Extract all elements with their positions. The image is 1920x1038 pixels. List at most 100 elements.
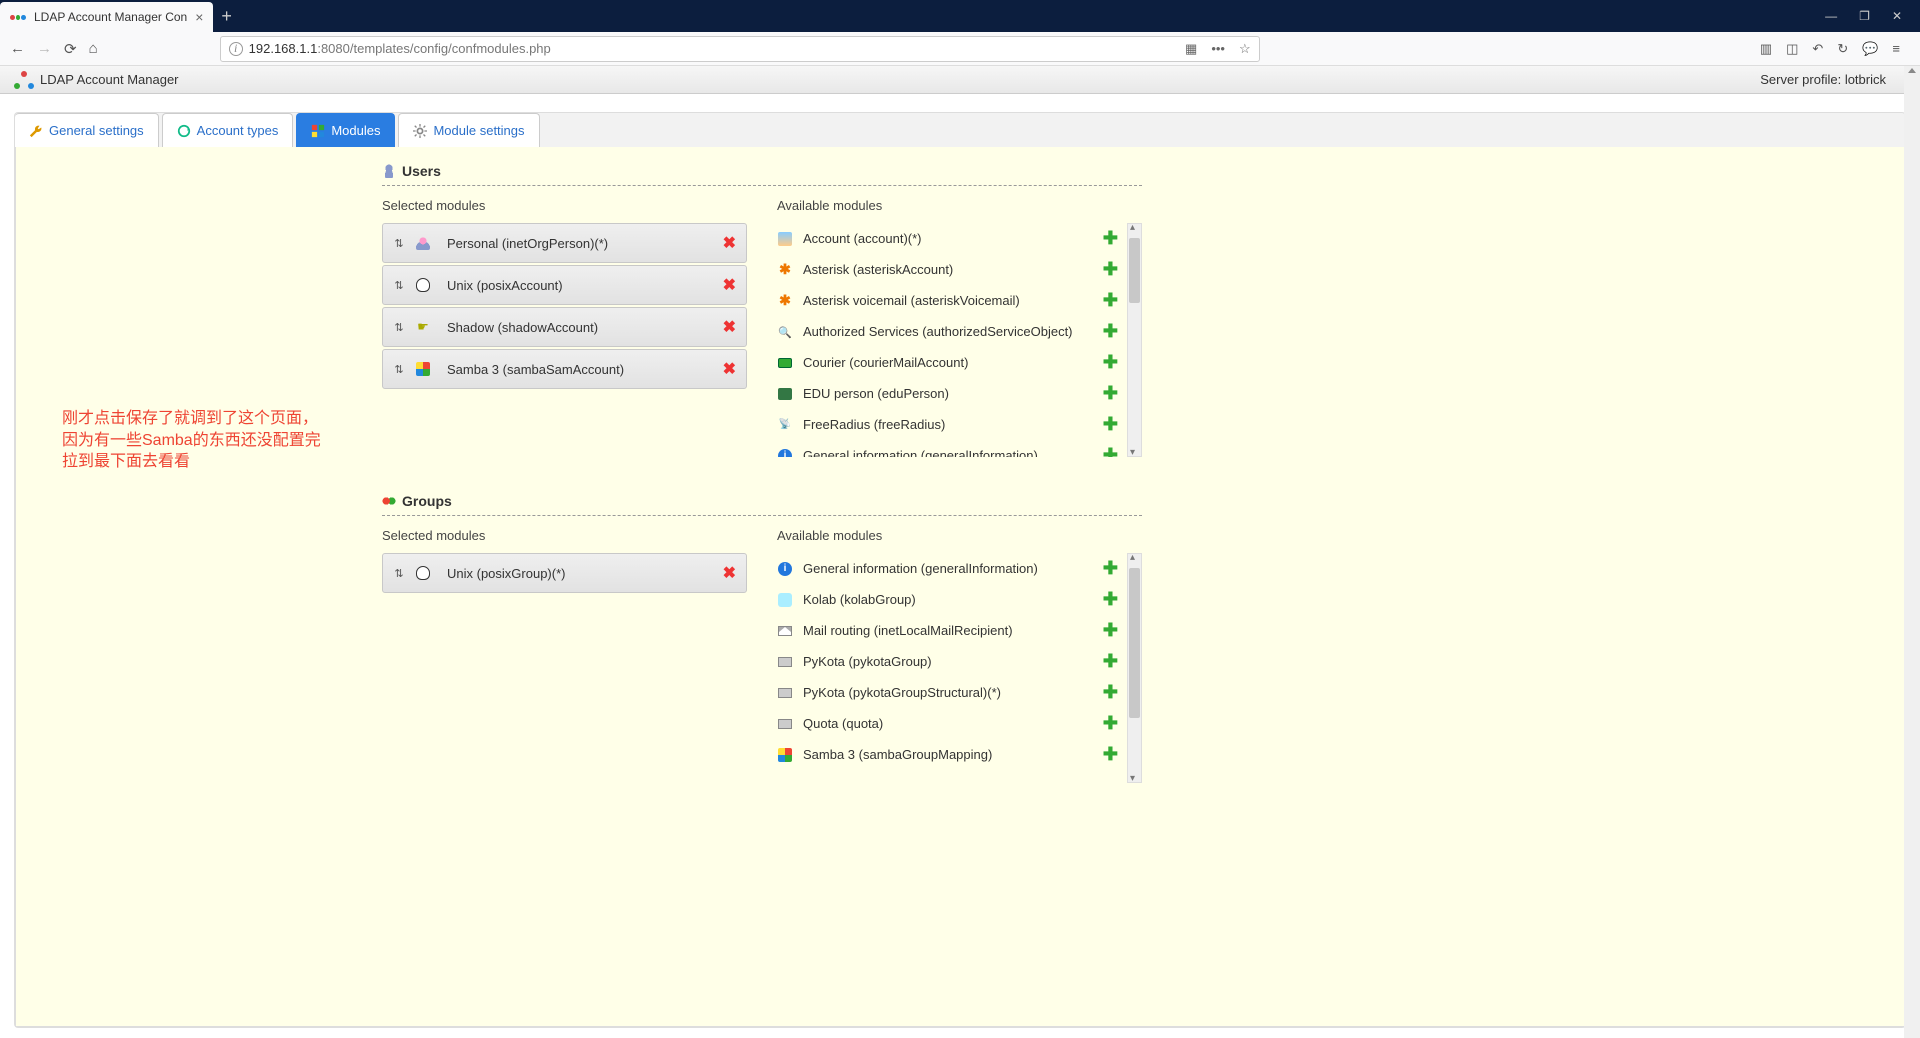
remove-icon[interactable]: ✖ xyxy=(723,275,736,295)
module-label: Unix (posixAccount) xyxy=(447,278,563,293)
browser-tab[interactable]: LDAP Account Manager Con × xyxy=(0,2,213,32)
add-icon[interactable]: ✚ xyxy=(1103,228,1118,249)
new-tab-button[interactable]: + xyxy=(221,6,232,27)
tab-title: LDAP Account Manager Con xyxy=(34,10,187,24)
page-scrollbar[interactable] xyxy=(1904,66,1920,1038)
selected-modules-label: Selected modules xyxy=(382,528,747,543)
more-icon[interactable]: ••• xyxy=(1211,41,1225,57)
add-icon[interactable]: ✚ xyxy=(1103,558,1118,579)
server-profile: Server profile: lotbrick xyxy=(1760,72,1886,87)
remove-icon[interactable]: ✖ xyxy=(723,317,736,337)
available-module-item: iGeneral information (generalInformation… xyxy=(777,440,1118,457)
module-label: General information (generalInformation) xyxy=(803,561,1095,576)
drag-handle-icon[interactable]: ⇅ xyxy=(393,363,405,376)
add-icon[interactable]: ✚ xyxy=(1103,744,1118,765)
add-icon[interactable]: ✚ xyxy=(1103,383,1118,404)
selected-module-item[interactable]: ⇅Personal (inetOrgPerson)(*)✖ xyxy=(382,223,747,263)
kolab-icon xyxy=(777,592,793,608)
available-scrollbar[interactable] xyxy=(1127,553,1142,783)
url-bar[interactable]: i 192.168.1.1:8080/templates/config/conf… xyxy=(220,36,1260,62)
module-label: Courier (courierMailAccount) xyxy=(803,355,1095,370)
add-icon[interactable]: ✚ xyxy=(1103,589,1118,610)
available-module-item: Quota (quota)✚ xyxy=(777,708,1118,739)
nav-back-icon[interactable]: ← xyxy=(10,40,25,57)
tux-icon xyxy=(415,277,431,293)
drag-handle-icon[interactable]: ⇅ xyxy=(393,237,405,250)
add-icon[interactable]: ✚ xyxy=(1103,445,1118,457)
add-icon[interactable]: ✚ xyxy=(1103,414,1118,435)
app-title: LDAP Account Manager xyxy=(40,72,179,87)
module-label: PyKota (pykotaGroupStructural)(*) xyxy=(803,685,1095,700)
edu-icon xyxy=(777,386,793,402)
add-icon[interactable]: ✚ xyxy=(1103,352,1118,373)
library-icon[interactable]: ▥ xyxy=(1760,41,1772,57)
module-label: PyKota (pykotaGroup) xyxy=(803,654,1095,669)
menu-icon[interactable]: ≡ xyxy=(1892,41,1900,56)
sidebar-icon[interactable]: ◫ xyxy=(1786,41,1798,57)
add-icon[interactable]: ✚ xyxy=(1103,682,1118,703)
add-icon[interactable]: ✚ xyxy=(1103,259,1118,280)
add-icon[interactable]: ✚ xyxy=(1103,620,1118,641)
refresh-icon[interactable]: ↻ xyxy=(1837,41,1848,57)
remove-icon[interactable]: ✖ xyxy=(723,563,736,583)
site-info-icon[interactable]: i xyxy=(229,42,243,56)
selected-module-item[interactable]: ⇅ Samba 3 (sambaSamAccount) ✖ xyxy=(382,349,747,389)
selected-module-item[interactable]: ⇅ Unix (posixAccount) ✖ xyxy=(382,265,747,305)
modules-icon xyxy=(311,124,325,138)
module-label: Mail routing (inetLocalMailRecipient) xyxy=(803,623,1095,638)
module-label: Authorized Services (authorizedServiceOb… xyxy=(803,324,1095,339)
drag-handle-icon[interactable]: ⇅ xyxy=(393,279,405,292)
module-label: General information (generalInformation) xyxy=(803,448,1095,457)
tab-modules[interactable]: Modules xyxy=(296,113,395,147)
add-icon[interactable]: ✚ xyxy=(1103,321,1118,342)
window-close-icon[interactable]: ✕ xyxy=(1892,9,1902,23)
selected-module-item[interactable]: ⇅☛Shadow (shadowAccount)✖ xyxy=(382,307,747,347)
qr-icon[interactable]: ▦ xyxy=(1185,41,1197,57)
available-module-item: Courier (courierMailAccount) ✚ xyxy=(777,347,1118,378)
drag-handle-icon[interactable]: ⇅ xyxy=(393,321,405,334)
add-icon[interactable]: ✚ xyxy=(1103,290,1118,311)
remove-icon[interactable]: ✖ xyxy=(723,359,736,379)
drag-handle-icon[interactable]: ⇅ xyxy=(393,567,405,580)
wrench-icon xyxy=(29,124,43,138)
gear-icon xyxy=(413,124,427,138)
available-module-item: 📡FreeRadius (freeRadius)✚ xyxy=(777,409,1118,440)
module-label: Account (account)(*) xyxy=(803,231,1095,246)
window-maximize-icon[interactable]: ❐ xyxy=(1859,9,1870,23)
tab-module-settings[interactable]: Module settings xyxy=(398,113,539,147)
app-header: LDAP Account Manager Server profile: lot… xyxy=(0,66,1920,94)
module-label: Unix (posixGroup)(*) xyxy=(447,566,565,581)
nav-reload-icon[interactable]: ⟳ xyxy=(64,40,77,58)
available-module-item: iGeneral information (generalInformation… xyxy=(777,553,1118,584)
add-icon[interactable]: ✚ xyxy=(1103,713,1118,734)
available-module-item: EDU person (eduPerson) ✚ xyxy=(777,378,1118,409)
undo-icon[interactable]: ↶ xyxy=(1812,41,1823,57)
tab-general-settings[interactable]: General settings xyxy=(15,113,159,147)
nav-forward-icon[interactable]: → xyxy=(37,40,52,57)
groups-section: Groups Selected modules ⇅Unix (posixGrou… xyxy=(382,487,1142,783)
available-module-item: PyKota (pykotaGroup) ✚ xyxy=(777,646,1118,677)
module-label: EDU person (eduPerson) xyxy=(803,386,1095,401)
remove-icon[interactable]: ✖ xyxy=(723,233,736,253)
asterisk-icon: ✱ xyxy=(777,293,793,309)
pykota-icon xyxy=(777,685,793,701)
window-minimize-icon[interactable]: — xyxy=(1825,9,1837,23)
available-module-item: Authorized Services (authorizedServiceOb… xyxy=(777,316,1118,347)
module-label: Asterisk voicemail (asteriskVoicemail) xyxy=(803,293,1095,308)
tab-close-icon[interactable]: × xyxy=(195,9,203,25)
users-title: Users xyxy=(402,163,441,179)
selected-modules-label: Selected modules xyxy=(382,198,747,213)
nav-home-icon[interactable]: ⌂ xyxy=(89,40,98,57)
shadow-icon: ☛ xyxy=(415,319,431,335)
add-icon[interactable]: ✚ xyxy=(1103,651,1118,672)
tab-account-types[interactable]: Account types xyxy=(162,113,294,147)
chat-icon[interactable]: 💬 xyxy=(1862,41,1878,57)
courier-icon xyxy=(777,355,793,371)
available-module-item: Kolab (kolabGroup)✚ xyxy=(777,584,1118,615)
available-scrollbar[interactable] xyxy=(1127,223,1142,457)
bookmark-star-icon[interactable]: ☆ xyxy=(1239,41,1251,57)
browser-nav-bar: ← → ⟳ ⌂ i 192.168.1.1:8080/templates/con… xyxy=(0,32,1920,66)
app-logo xyxy=(14,71,34,89)
selected-module-item[interactable]: ⇅ Unix (posixGroup)(*) ✖ xyxy=(382,553,747,593)
module-label: Samba 3 (sambaSamAccount) xyxy=(447,362,624,377)
